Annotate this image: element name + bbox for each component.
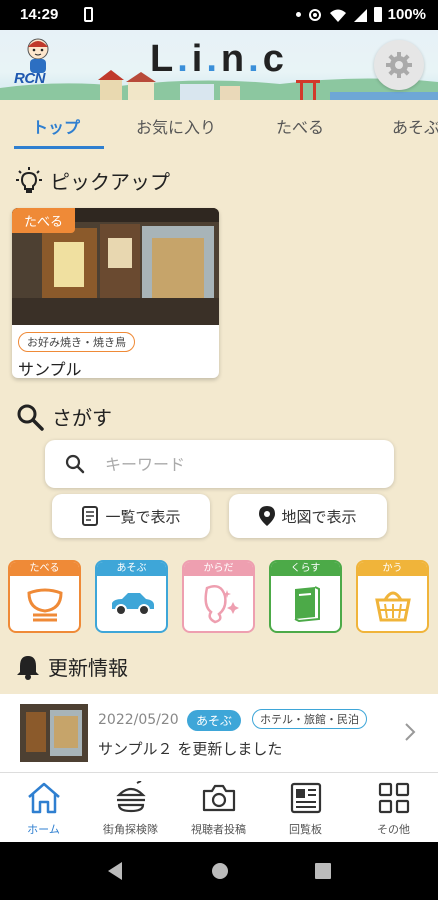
grid-icon (378, 782, 410, 814)
notification-dot-icon (295, 12, 301, 17)
app-logo: L.i.n.c (150, 38, 288, 80)
update-date: 2022/05/20 (98, 712, 179, 728)
pickup-card[interactable]: たべる お好み焼き・焼き鳥 サンプル (12, 208, 219, 378)
bottom-navigation: ホーム 街角探検隊 視聴者投稿 回覧板 その他 (0, 772, 438, 842)
nav-label: 視聴者投稿 (191, 823, 246, 836)
list-icon (82, 506, 99, 526)
signal-icon (353, 8, 367, 22)
pickup-photo: たべる (12, 208, 219, 325)
chevron-right-icon (405, 723, 416, 741)
nav-label: 街角探検隊 (103, 823, 158, 836)
search-box (45, 440, 394, 488)
category-label: あそぶ (97, 562, 166, 576)
recents-icon[interactable] (314, 862, 332, 880)
battery-percent: 100% (387, 6, 426, 23)
search-icon (17, 404, 44, 431)
category-label: からだ (184, 562, 253, 576)
status-icons: 100% (295, 6, 426, 23)
brand-rcn: RCN (14, 70, 46, 87)
update-thumbnail (20, 704, 88, 762)
nav-label: 回覧板 (289, 823, 322, 836)
updates-title: 更新情報 (48, 656, 128, 680)
pickup-header: ピックアップ (16, 166, 170, 195)
update-text: サンプル２ を更新しました (98, 740, 283, 758)
bowl-icon (26, 588, 63, 622)
home-icon (28, 782, 60, 814)
nav-other[interactable]: その他 (350, 773, 437, 843)
nav-label: ホーム (27, 823, 60, 836)
status-bar: 14:29 100% (0, 0, 438, 30)
nav-street-explorers[interactable]: 街角探検隊 (87, 773, 174, 843)
search-icon (65, 454, 85, 474)
category-tile-kurasu[interactable]: くらす (269, 560, 342, 633)
pickup-name: サンプル (18, 360, 82, 378)
beauty-icon (203, 585, 239, 624)
tab-top[interactable]: トップ (32, 114, 80, 138)
home-circle-icon[interactable] (210, 861, 230, 881)
category-tabs: トップ お気に入り たべる あそぶ (0, 100, 438, 152)
category-tile-karada[interactable]: からだ (182, 560, 255, 633)
book-icon (294, 586, 320, 623)
sim-icon (84, 7, 93, 22)
pickup-genre-tag: お好み焼き・焼き鳥 (18, 332, 135, 352)
map-view-button[interactable]: 地図で表示 (229, 494, 387, 538)
tab-taberu[interactable]: たべる (276, 114, 324, 138)
tab-asobu[interactable]: あそぶ (392, 114, 438, 138)
system-navigation-bar (0, 842, 438, 900)
newspaper-icon (290, 782, 322, 814)
battery-icon (373, 7, 382, 22)
tab-favorites[interactable]: お気に入り (136, 114, 216, 138)
nav-viewer-posts[interactable]: 視聴者投稿 (175, 773, 262, 843)
burger-icon (116, 781, 146, 813)
update-category-badge: あそぶ (187, 710, 242, 731)
list-view-button[interactable]: 一覧で表示 (52, 494, 210, 538)
category-label: たべる (10, 562, 79, 576)
bell-icon (17, 655, 39, 680)
nav-bulletin-board[interactable]: 回覧板 (262, 773, 349, 843)
category-tile-asobu[interactable]: あそぶ (95, 560, 168, 633)
app-header: RCN L.i.n.c (0, 30, 438, 100)
vibrate-icon (308, 8, 321, 21)
active-tab-indicator (14, 146, 104, 149)
settings-button[interactable] (374, 40, 424, 90)
search-title: さがす (52, 406, 112, 430)
category-tile-kau[interactable]: かう (356, 560, 429, 633)
lightbulb-icon (16, 166, 42, 193)
category-label: かう (358, 562, 427, 576)
wifi-icon (329, 9, 346, 22)
status-time: 14:29 (20, 6, 59, 23)
nav-label: その他 (377, 823, 410, 836)
basket-icon (374, 591, 411, 622)
updates-header: 更新情報 (16, 652, 128, 681)
map-view-label: 地図で表示 (281, 507, 357, 526)
list-view-label: 一覧で表示 (105, 507, 181, 526)
search-header: さがす (16, 402, 112, 431)
map-pin-icon (259, 506, 276, 526)
car-icon (111, 593, 154, 616)
category-label: くらす (271, 562, 340, 576)
category-tile-taberu[interactable]: たべる (8, 560, 81, 633)
keyword-input[interactable] (105, 452, 375, 476)
gear-icon (386, 52, 412, 78)
pickup-title: ピックアップ (50, 170, 170, 194)
update-list-item[interactable]: 2022/05/20 あそぶ ホテル・旅館・民泊 サンプル２ を更新しました (0, 694, 438, 772)
pickup-category-badge: たべる (12, 208, 76, 233)
back-icon[interactable] (106, 861, 124, 881)
camera-icon (202, 784, 236, 812)
nav-home[interactable]: ホーム (0, 773, 87, 843)
update-genre-tag: ホテル・旅館・民泊 (252, 709, 367, 729)
